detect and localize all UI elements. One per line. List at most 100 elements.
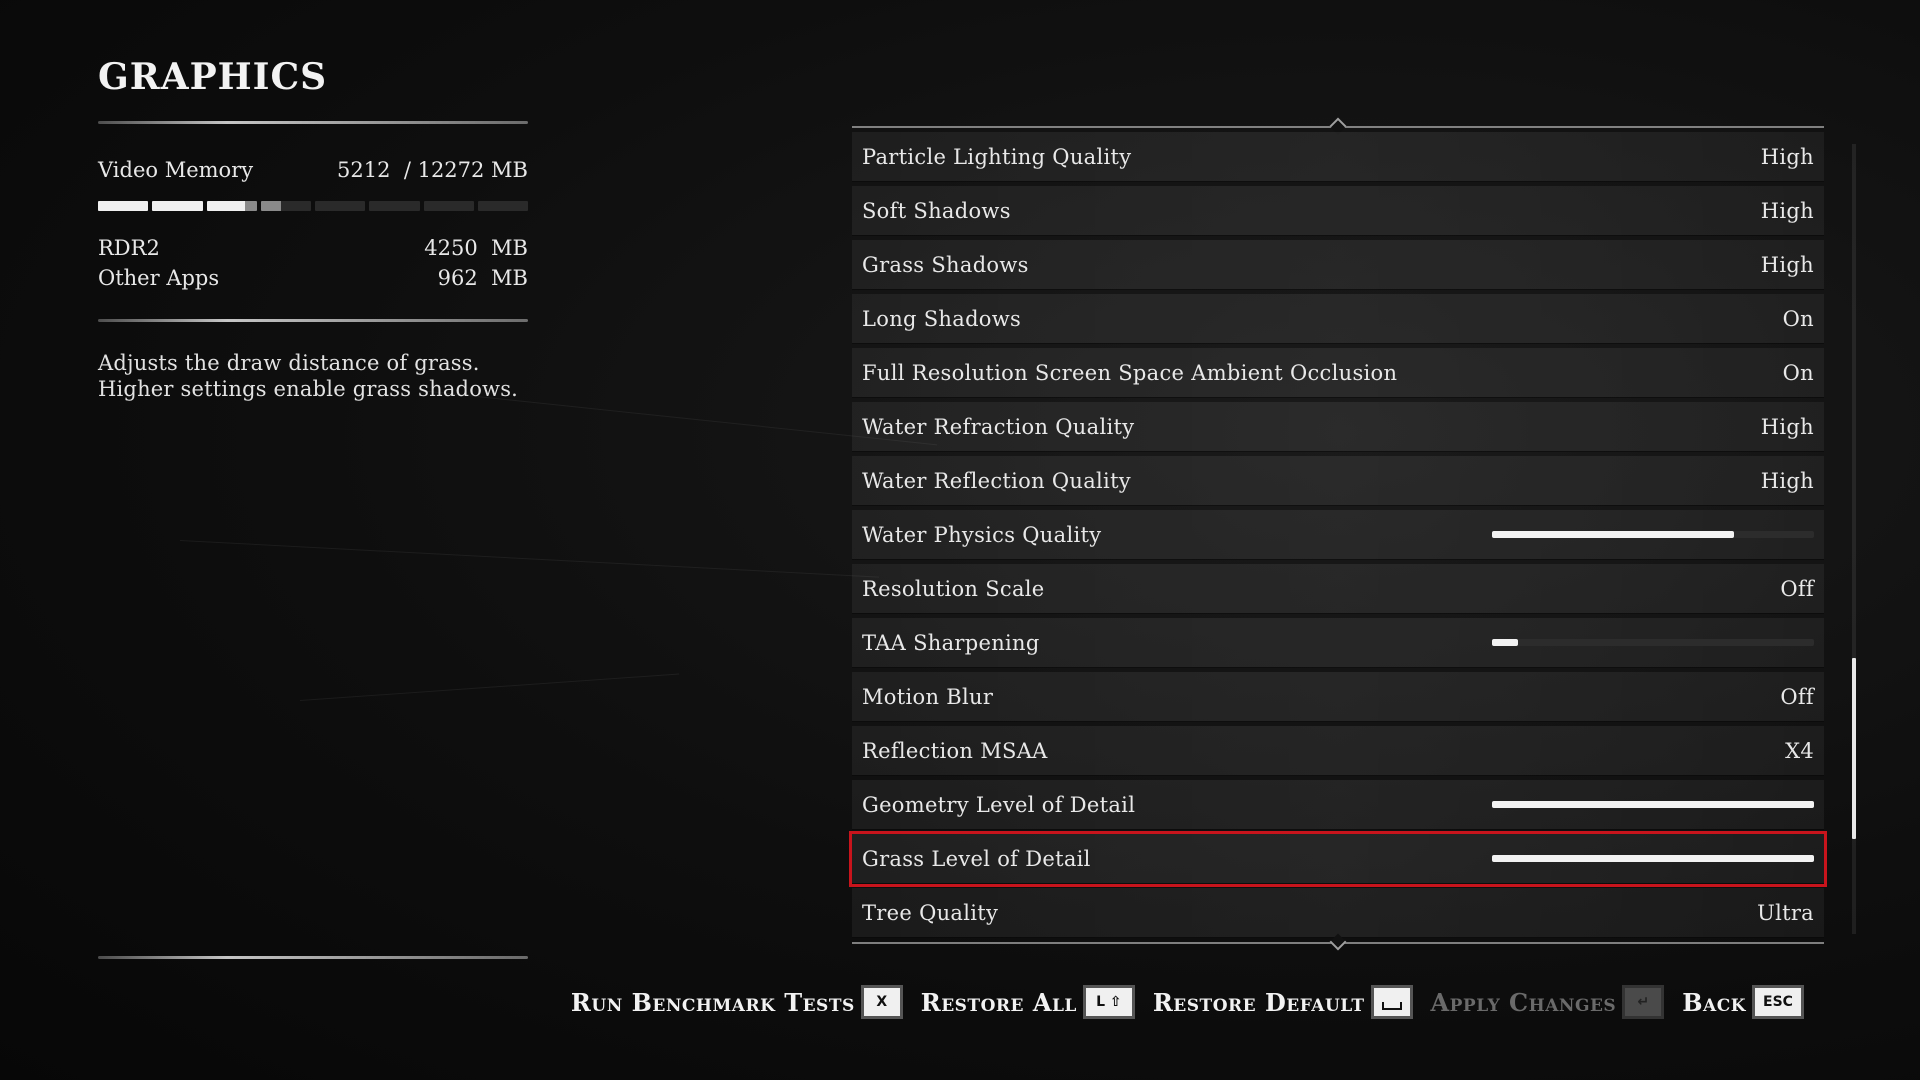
page-title: GRAPHICS [98, 56, 328, 98]
restore-all-label: Restore All [920, 987, 1077, 1017]
setting-row-long-shadows[interactable]: Long Shadows On [852, 294, 1824, 344]
video-memory-value: 5212 / 12272 MB [337, 155, 528, 185]
slider-fill [1492, 801, 1814, 808]
memory-detail-value: 4250 MB [424, 236, 528, 260]
setting-row-soft-shadows[interactable]: Soft Shadows High [852, 186, 1824, 236]
x-key-icon: X [860, 985, 903, 1019]
divider [98, 319, 528, 322]
memory-bar-segment [98, 201, 149, 211]
setting-row-reflection-msaa[interactable]: Reflection MSAA X4 [852, 726, 1824, 776]
back-label: Back [1682, 987, 1746, 1017]
setting-label: Particle Lighting Quality [862, 144, 1132, 169]
memory-bar-segment [260, 201, 311, 211]
background-scratch [299, 673, 680, 701]
memory-bar-fill-other [245, 201, 257, 211]
setting-slider[interactable] [1492, 639, 1814, 646]
restore-all-button[interactable]: Restore All L ⇧ [921, 985, 1135, 1019]
settings-rows: Particle Lighting Quality High Soft Shadow… [849, 132, 1827, 938]
esc-key-icon: ESC [1752, 985, 1804, 1019]
setting-label: Grass Level of Detail [862, 846, 1091, 871]
setting-label: Water Refraction Quality [862, 414, 1135, 439]
setting-value[interactable]: High [1761, 145, 1814, 169]
setting-row-motion-blur[interactable]: Motion Blur Off [852, 672, 1824, 722]
restore-default-button[interactable]: Restore Default [1153, 985, 1413, 1019]
shift-key-icon: L ⇧ [1082, 985, 1135, 1019]
setting-label: Resolution Scale [862, 576, 1045, 601]
setting-row-water-physics-quality[interactable]: Water Physics Quality [852, 510, 1824, 560]
memory-detail-rdr2: RDR2 4250 MB [98, 233, 528, 263]
setting-label: Reflection MSAA [862, 738, 1048, 763]
setting-value[interactable]: High [1761, 253, 1814, 277]
setting-row-water-refraction-quality[interactable]: Water Refraction Quality High [852, 402, 1824, 452]
setting-value[interactable]: On [1783, 307, 1814, 331]
memory-detail-value: 962 MB [437, 266, 528, 290]
restore-default-label: Restore Default [1152, 987, 1365, 1017]
setting-label: Water Reflection Quality [862, 468, 1131, 493]
memory-bar-fill-rdr2 [98, 201, 149, 211]
memory-bar-segment [423, 201, 474, 211]
setting-value[interactable]: High [1761, 199, 1814, 223]
slider-fill [1492, 531, 1734, 538]
memory-detail-label: RDR2 [98, 236, 160, 260]
memory-detail-other-apps: Other Apps 962 MB [98, 263, 528, 293]
setting-row-water-reflection-quality[interactable]: Water Reflection Quality High [852, 456, 1824, 506]
memory-bar-segment [369, 201, 420, 211]
video-memory-used: 5212 [337, 158, 391, 182]
setting-value[interactable]: On [1783, 361, 1814, 385]
setting-row-full-resolution-screen-space-ambient-occlusion[interactable]: Full Resolution Screen Space Ambient Occ… [852, 348, 1824, 398]
memory-bar-fill-rdr2 [206, 201, 246, 211]
setting-row-grass-shadows[interactable]: Grass Shadows High [852, 240, 1824, 290]
setting-label: TAA Sharpening [862, 630, 1040, 655]
setting-row-tree-quality[interactable]: Tree Quality Ultra [852, 888, 1824, 938]
setting-value[interactable]: Ultra [1757, 901, 1814, 925]
setting-value[interactable]: X4 [1785, 739, 1814, 763]
setting-row-taa-sharpening[interactable]: TAA Sharpening [852, 618, 1824, 668]
setting-label: Water Physics Quality [862, 522, 1102, 547]
setting-label: Soft Shadows [862, 198, 1011, 223]
space-key-icon [1370, 985, 1413, 1019]
scroll-down-indicator[interactable] [852, 933, 1824, 951]
settings-list: Particle Lighting Quality High Soft Shadow… [849, 117, 1827, 951]
setting-label: Tree Quality [862, 900, 999, 925]
setting-row-resolution-scale[interactable]: Resolution Scale Off [852, 564, 1824, 614]
video-memory-label: Video Memory [98, 158, 254, 182]
scrollbar-thumb[interactable] [1852, 657, 1856, 840]
video-memory-row: Video Memory 5212 / 12272 MB [98, 155, 528, 185]
action-bar: Run Benchmark Tests X Restore All L ⇧ Restor… [571, 984, 1804, 1020]
setting-value[interactable]: Off [1780, 685, 1814, 709]
memory-detail-label: Other Apps [98, 266, 220, 290]
setting-description: Adjusts the draw distance of grass. High… [98, 351, 519, 401]
info-panel: GRAPHICS Video Memory 5212 / 12272 MB RD… [98, 55, 528, 402]
apply-changes-button[interactable]: Apply Changes ↵ [1431, 985, 1665, 1019]
memory-bar-segment [477, 201, 528, 211]
setting-row-grass-level-of-detail[interactable]: Grass Level of Detail [849, 831, 1827, 887]
setting-value[interactable]: High [1761, 469, 1814, 493]
setting-slider[interactable] [1492, 801, 1814, 808]
memory-details: RDR2 4250 MB Other Apps 962 MB [98, 233, 528, 293]
divider [98, 956, 528, 959]
setting-row-particle-lighting-quality[interactable]: Particle Lighting Quality High [852, 132, 1824, 182]
setting-label: Geometry Level of Detail [862, 792, 1136, 817]
setting-slider[interactable] [1492, 531, 1814, 538]
memory-bar-fill-rdr2 [152, 201, 203, 211]
back-button[interactable]: Back ESC [1682, 985, 1804, 1019]
background-scratch [179, 540, 880, 578]
video-memory-total: / 12272 MB [403, 158, 528, 182]
memory-bar-fill-other [260, 201, 281, 211]
setting-row-geometry-level-of-detail[interactable]: Geometry Level of Detail [852, 780, 1824, 830]
memory-bar-segment [206, 201, 257, 211]
scrollbar[interactable] [1852, 144, 1856, 934]
setting-label: Full Resolution Screen Space Ambient Occ… [862, 360, 1398, 385]
divider [98, 121, 528, 124]
run-benchmark-tests-button[interactable]: Run Benchmark Tests X [571, 985, 903, 1019]
setting-label: Motion Blur [862, 684, 994, 709]
setting-value[interactable]: High [1761, 415, 1814, 439]
scroll-up-indicator[interactable] [852, 117, 1824, 135]
run-benchmark-tests-label: Run Benchmark Tests [570, 987, 855, 1017]
setting-value[interactable]: Off [1780, 577, 1814, 601]
setting-label: Long Shadows [862, 306, 1022, 331]
setting-slider[interactable] [1492, 855, 1814, 862]
setting-label: Grass Shadows [862, 252, 1029, 277]
apply-changes-label: Apply Changes [1430, 987, 1617, 1017]
video-memory-bar [98, 201, 528, 211]
